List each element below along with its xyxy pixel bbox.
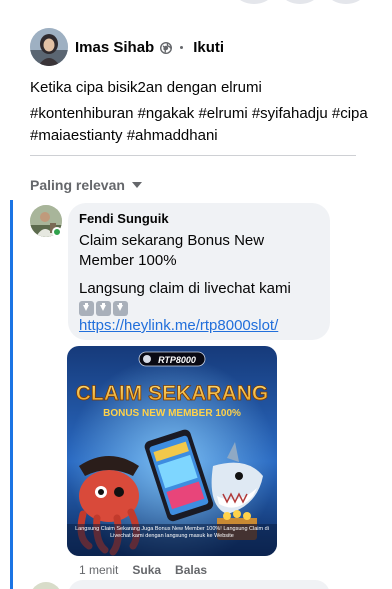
online-status-dot (52, 227, 62, 237)
comment-bubble: Fendi Sunguik Claim sekarang Bonus New M… (68, 203, 330, 340)
comment-actions: 1 menit Suka Balas (79, 563, 207, 577)
top-action-buttons (232, 0, 392, 4)
separator-dot (180, 45, 184, 49)
emoji-row (79, 300, 319, 316)
down-arrow-emoji (96, 300, 111, 316)
top-action-button[interactable] (236, 0, 272, 4)
comment-sort-label: Paling relevan (30, 177, 125, 193)
promo-logo: RTP8000 (158, 355, 196, 365)
next-commenter-avatar[interactable] (30, 582, 62, 589)
post-author-avatar[interactable] (30, 28, 68, 66)
post-hashtags[interactable]: #kontenhiburan #ngakak #elrumi #syifahad… (30, 103, 370, 147)
down-arrow-emoji (79, 300, 94, 316)
globe-icon (160, 41, 173, 55)
comment-sort-dropdown[interactable]: Paling relevan (30, 177, 142, 193)
top-action-button[interactable] (328, 0, 364, 4)
comment-spacer (79, 271, 319, 279)
caret-down-icon (131, 182, 142, 188)
comment-link[interactable]: https://heylink.me/rtp8000slot/ (79, 316, 319, 336)
promo-image[interactable]: RTP8000 CLAIM SEKARANG BONUS NEW MEMBER … (67, 346, 277, 556)
comment-timestamp[interactable]: 1 menit (79, 563, 118, 577)
post-text: Ketika cipa bisik2an dengan elrumi (30, 79, 262, 96)
like-button[interactable]: Suka (132, 563, 161, 577)
top-action-button[interactable] (282, 0, 318, 4)
promo-caption: Langsung Claim Sekarang Juga Bonus New M… (75, 526, 269, 539)
next-comment-bubble (68, 580, 330, 589)
promo-headline: CLAIM SEKARANG (76, 382, 269, 405)
promo-subhead: BONUS NEW MEMBER 100% (103, 408, 241, 419)
down-arrow-emoji (113, 300, 128, 316)
reply-button[interactable]: Balas (175, 563, 207, 577)
post-author-name[interactable]: Imas Sihab (75, 39, 154, 56)
comment-author[interactable]: Fendi Sunguik (79, 211, 319, 227)
divider (30, 155, 356, 156)
comment-text: Claim sekarang Bonus New Member 100% (79, 232, 265, 269)
comment-focus-bar (10, 200, 13, 589)
post-header: Imas Sihab Ikuti (30, 28, 224, 66)
comment-text: Langsung claim di livechat kami (79, 280, 291, 297)
follow-button[interactable]: Ikuti (193, 39, 224, 56)
